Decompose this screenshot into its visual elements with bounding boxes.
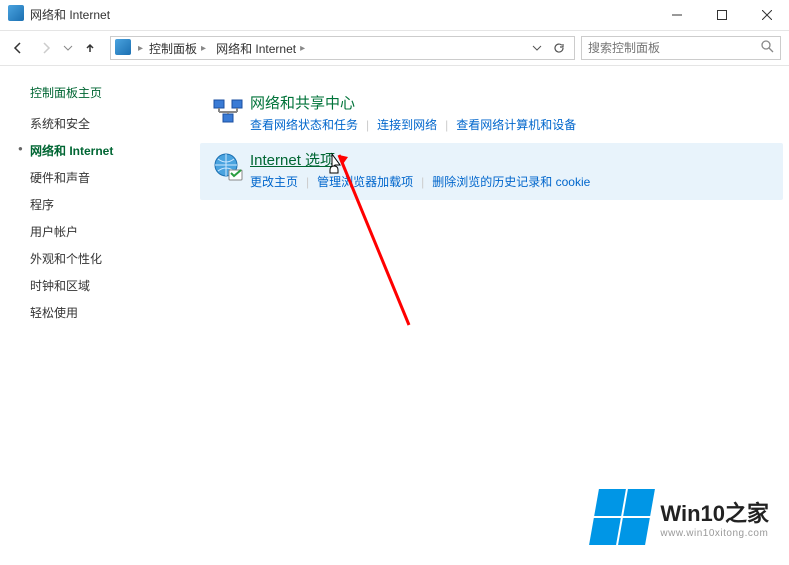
breadcrumb-item[interactable]: 控制面板 ▸ [146,40,213,57]
search-icon[interactable] [761,40,774,56]
back-button[interactable] [4,34,32,62]
close-button[interactable] [744,0,789,30]
section-link[interactable]: 查看网络计算机和设备 [456,118,576,132]
section-network-sharing: 网络和共享中心查看网络状态和任务 | 连接到网络 | 查看网络计算机和设备 [200,86,783,143]
separator: | [366,118,369,132]
search-box[interactable] [581,36,781,60]
separator: | [306,175,309,189]
sidebar-heading[interactable]: 控制面板主页 [30,84,200,101]
chevron-right-icon: ▸ [138,43,143,54]
address-icon [115,39,131,58]
window-title: 网络和 Internet [30,6,110,23]
sidebar-item-label: 网络和 Internet [30,144,113,158]
section-link[interactable]: 更改主页 [250,175,298,189]
search-input[interactable] [588,41,761,55]
sidebar: 控制面板主页 系统和安全网络和 Internet 硬件和声音程序用户帐户外观和个性… [0,66,200,565]
breadcrumb-label: 控制面板 [149,40,197,57]
sidebar-item[interactable]: 程序 [30,196,200,213]
sidebar-item-label: 系统和安全 [30,117,90,131]
section-link[interactable]: 查看网络状态和任务 [250,118,358,132]
toolbar: ▸ 控制面板 ▸ 网络和 Internet ▸ [0,30,789,66]
section-links: 更改主页 | 管理浏览器加载项 | 删除浏览的历史记录和 cookie [250,173,777,190]
chevron-right-icon: ▸ [300,43,305,54]
section-internet-options: Internet 选项更改主页 | 管理浏览器加载项 | 删除浏览的历史记录和 cook… [200,143,783,200]
internet-options-icon [206,149,250,190]
section-heading[interactable]: 网络和共享中心 [250,92,777,113]
maximize-button[interactable] [699,0,744,30]
sidebar-item[interactable]: 网络和 Internet [30,142,200,159]
section-link[interactable]: 连接到网络 [377,118,437,132]
sidebar-item[interactable]: 用户帐户 [30,223,200,240]
forward-button[interactable] [32,34,60,62]
sidebar-item-label: 用户帐户 [30,225,78,239]
up-button[interactable] [76,34,104,62]
watermark-title: Win10之家 [660,496,769,528]
minimize-button[interactable] [654,0,699,30]
sidebar-item[interactable]: 外观和个性化 [30,250,200,267]
sidebar-item[interactable]: 时钟和区域 [30,277,200,294]
section-link[interactable]: 管理浏览器加载项 [317,175,413,189]
sidebar-item-label: 硬件和声音 [30,171,90,185]
sidebar-item-label: 轻松使用 [30,306,78,320]
window-controls [654,0,789,30]
network-icon [206,92,250,133]
watermark: Win10之家 www.win10xitong.com [594,489,769,545]
section-links: 查看网络状态和任务 | 连接到网络 | 查看网络计算机和设备 [250,116,777,133]
window-icon [8,5,24,24]
sidebar-item-label: 时钟和区域 [30,279,90,293]
section-heading[interactable]: Internet 选项 [250,149,777,170]
refresh-button[interactable] [548,37,570,59]
windows-logo-icon [589,489,655,545]
separator: | [421,175,424,189]
breadcrumb-item[interactable]: 网络和 Internet ▸ [213,40,312,57]
chevron-right-icon: ▸ [201,43,206,54]
separator: | [445,118,448,132]
sidebar-item[interactable]: 硬件和声音 [30,169,200,186]
address-bar[interactable]: ▸ 控制面板 ▸ 网络和 Internet ▸ [110,36,575,60]
address-dropdown-button[interactable] [526,37,548,59]
recent-dropdown[interactable] [60,34,76,62]
sidebar-item[interactable]: 系统和安全 [30,115,200,132]
section-link[interactable]: 删除浏览的历史记录和 cookie [432,175,590,189]
breadcrumb-label: 网络和 Internet [216,40,296,57]
sidebar-item-label: 程序 [30,198,54,212]
sidebar-item-label: 外观和个性化 [30,252,102,266]
watermark-sub: www.win10xitong.com [660,528,769,539]
titlebar: 网络和 Internet [0,0,789,30]
sidebar-item[interactable]: 轻松使用 [30,304,200,321]
